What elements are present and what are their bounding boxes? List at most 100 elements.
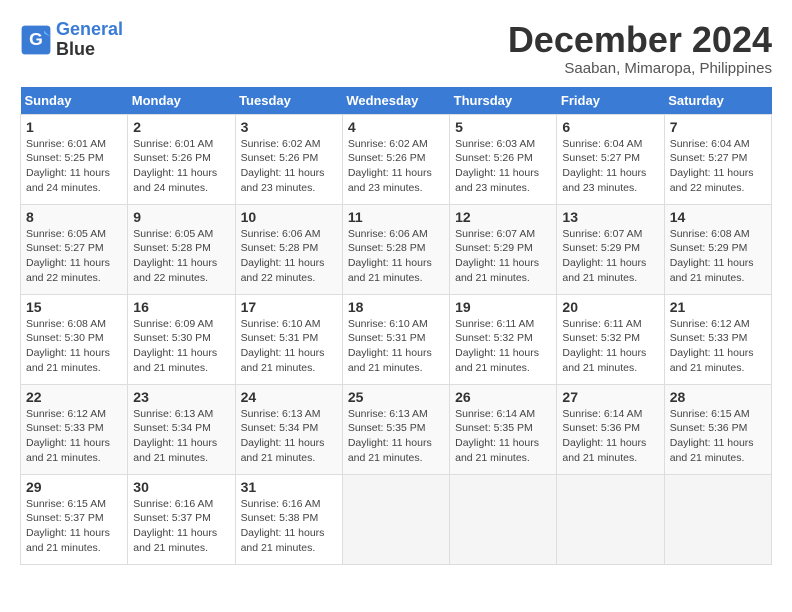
calendar-table: SundayMondayTuesdayWednesdayThursdayFrid… <box>20 87 772 565</box>
day-info: Sunrise: 6:15 AM Sunset: 5:36 PM Dayligh… <box>670 407 766 466</box>
day-header-sunday: Sunday <box>21 87 128 115</box>
day-cell-27: 27 Sunrise: 6:14 AM Sunset: 5:36 PM Dayli… <box>557 384 664 474</box>
logo: G General Blue <box>20 20 123 60</box>
day-info: Sunrise: 6:02 AM Sunset: 5:26 PM Dayligh… <box>348 137 444 196</box>
day-info: Sunrise: 6:04 AM Sunset: 5:27 PM Dayligh… <box>670 137 766 196</box>
day-info: Sunrise: 6:14 AM Sunset: 5:36 PM Dayligh… <box>562 407 658 466</box>
day-cell-31: 31Sunrise: 6:16 AM Sunset: 5:38 PM Dayli… <box>235 474 342 564</box>
day-number: 9 <box>133 209 229 225</box>
day-cell-28: 28 Sunrise: 6:15 AM Sunset: 5:36 PM Dayli… <box>664 384 771 474</box>
day-number: 7 <box>670 119 766 135</box>
day-cell-15: 15 Sunrise: 6:08 AM Sunset: 5:30 PM Dayli… <box>21 294 128 384</box>
day-number: 5 <box>455 119 551 135</box>
day-header-saturday: Saturday <box>664 87 771 115</box>
day-cell-20: 20 Sunrise: 6:11 AM Sunset: 5:32 PM Dayli… <box>557 294 664 384</box>
day-cell-3: 3 Sunrise: 6:02 AM Sunset: 5:26 PM Daylig… <box>235 114 342 204</box>
svg-text:G: G <box>29 29 43 49</box>
day-cell-12: 12Sunrise: 6:07 AM Sunset: 5:29 PM Dayli… <box>450 204 557 294</box>
empty-cell <box>557 474 664 564</box>
day-number: 29 <box>26 479 122 495</box>
location-subtitle: Saaban, Mimaropa, Philippines <box>508 60 772 77</box>
day-cell-13: 13Sunrise: 6:07 AM Sunset: 5:29 PM Dayli… <box>557 204 664 294</box>
day-number: 25 <box>348 389 444 405</box>
day-number: 15 <box>26 299 122 315</box>
day-number: 10 <box>241 209 337 225</box>
day-info: Sunrise: 6:11 AM Sunset: 5:32 PM Dayligh… <box>562 317 658 376</box>
day-cell-26: 26 Sunrise: 6:14 AM Sunset: 5:35 PM Dayli… <box>450 384 557 474</box>
day-info: Sunrise: 6:16 AM Sunset: 5:37 PM Dayligh… <box>133 497 229 556</box>
day-cell-8: 8 Sunrise: 6:05 AM Sunset: 5:27 PM Daylig… <box>21 204 128 294</box>
day-cell-2: 2 Sunrise: 6:01 AM Sunset: 5:26 PM Daylig… <box>128 114 235 204</box>
day-number: 23 <box>133 389 229 405</box>
day-number: 20 <box>562 299 658 315</box>
day-cell-29: 29Sunrise: 6:15 AM Sunset: 5:37 PM Dayli… <box>21 474 128 564</box>
day-info: Sunrise: 6:16 AM Sunset: 5:38 PM Dayligh… <box>241 497 337 556</box>
day-number: 22 <box>26 389 122 405</box>
day-cell-19: 19 Sunrise: 6:11 AM Sunset: 5:32 PM Dayli… <box>450 294 557 384</box>
day-info: Sunrise: 6:10 AM Sunset: 5:31 PM Dayligh… <box>241 317 337 376</box>
day-cell-14: 14 Sunrise: 6:08 AM Sunset: 5:29 PM Dayli… <box>664 204 771 294</box>
day-number: 19 <box>455 299 551 315</box>
day-number: 30 <box>133 479 229 495</box>
empty-cell <box>450 474 557 564</box>
day-cell-22: 22 Sunrise: 6:12 AM Sunset: 5:33 PM Dayli… <box>21 384 128 474</box>
day-cell-24: 24Sunrise: 6:13 AM Sunset: 5:34 PM Dayli… <box>235 384 342 474</box>
empty-cell <box>664 474 771 564</box>
day-number: 14 <box>670 209 766 225</box>
day-cell-25: 25Sunrise: 6:13 AM Sunset: 5:35 PM Dayli… <box>342 384 449 474</box>
day-cell-11: 11 Sunrise: 6:06 AM Sunset: 5:28 PM Dayli… <box>342 204 449 294</box>
day-cell-21: 21 Sunrise: 6:12 AM Sunset: 5:33 PM Dayli… <box>664 294 771 384</box>
day-number: 4 <box>348 119 444 135</box>
day-info: Sunrise: 6:10 AM Sunset: 5:31 PM Dayligh… <box>348 317 444 376</box>
day-info: Sunrise: 6:12 AM Sunset: 5:33 PM Dayligh… <box>26 407 122 466</box>
day-header-thursday: Thursday <box>450 87 557 115</box>
day-info: Sunrise: 6:05 AM Sunset: 5:28 PM Dayligh… <box>133 227 229 286</box>
day-number: 27 <box>562 389 658 405</box>
logo-icon: G <box>20 24 52 56</box>
day-info: Sunrise: 6:14 AM Sunset: 5:35 PM Dayligh… <box>455 407 551 466</box>
day-cell-4: 4 Sunrise: 6:02 AM Sunset: 5:26 PM Daylig… <box>342 114 449 204</box>
day-number: 21 <box>670 299 766 315</box>
day-cell-23: 23Sunrise: 6:13 AM Sunset: 5:34 PM Dayli… <box>128 384 235 474</box>
day-info: Sunrise: 6:09 AM Sunset: 5:30 PM Dayligh… <box>133 317 229 376</box>
day-cell-18: 18 Sunrise: 6:10 AM Sunset: 5:31 PM Dayli… <box>342 294 449 384</box>
month-title: December 2024 <box>508 20 772 60</box>
week-row-1: 1Sunrise: 6:01 AM Sunset: 5:25 PM Daylig… <box>21 114 772 204</box>
day-number: 18 <box>348 299 444 315</box>
week-row-4: 22 Sunrise: 6:12 AM Sunset: 5:33 PM Dayli… <box>21 384 772 474</box>
day-info: Sunrise: 6:12 AM Sunset: 5:33 PM Dayligh… <box>670 317 766 376</box>
week-row-5: 29Sunrise: 6:15 AM Sunset: 5:37 PM Dayli… <box>21 474 772 564</box>
day-info: Sunrise: 6:04 AM Sunset: 5:27 PM Dayligh… <box>562 137 658 196</box>
day-number: 17 <box>241 299 337 315</box>
day-cell-16: 16 Sunrise: 6:09 AM Sunset: 5:30 PM Dayli… <box>128 294 235 384</box>
day-info: Sunrise: 6:08 AM Sunset: 5:29 PM Dayligh… <box>670 227 766 286</box>
day-header-wednesday: Wednesday <box>342 87 449 115</box>
day-number: 8 <box>26 209 122 225</box>
day-header-friday: Friday <box>557 87 664 115</box>
day-number: 24 <box>241 389 337 405</box>
day-info: Sunrise: 6:01 AM Sunset: 5:26 PM Dayligh… <box>133 137 229 196</box>
day-cell-7: 7 Sunrise: 6:04 AM Sunset: 5:27 PM Daylig… <box>664 114 771 204</box>
day-number: 16 <box>133 299 229 315</box>
day-header-monday: Monday <box>128 87 235 115</box>
day-number: 28 <box>670 389 766 405</box>
day-number: 2 <box>133 119 229 135</box>
day-info: Sunrise: 6:06 AM Sunset: 5:28 PM Dayligh… <box>348 227 444 286</box>
day-cell-6: 6Sunrise: 6:04 AM Sunset: 5:27 PM Daylig… <box>557 114 664 204</box>
day-cell-10: 10Sunrise: 6:06 AM Sunset: 5:28 PM Dayli… <box>235 204 342 294</box>
day-cell-30: 30 Sunrise: 6:16 AM Sunset: 5:37 PM Dayli… <box>128 474 235 564</box>
day-info: Sunrise: 6:02 AM Sunset: 5:26 PM Dayligh… <box>241 137 337 196</box>
day-cell-1: 1Sunrise: 6:01 AM Sunset: 5:25 PM Daylig… <box>21 114 128 204</box>
day-number: 1 <box>26 119 122 135</box>
day-cell-9: 9 Sunrise: 6:05 AM Sunset: 5:28 PM Daylig… <box>128 204 235 294</box>
day-number: 11 <box>348 209 444 225</box>
page-header: G General Blue December 2024 Saaban, Mim… <box>20 20 772 77</box>
day-number: 3 <box>241 119 337 135</box>
day-info: Sunrise: 6:11 AM Sunset: 5:32 PM Dayligh… <box>455 317 551 376</box>
day-info: Sunrise: 6:03 AM Sunset: 5:26 PM Dayligh… <box>455 137 551 196</box>
day-cell-17: 17 Sunrise: 6:10 AM Sunset: 5:31 PM Dayli… <box>235 294 342 384</box>
day-number: 26 <box>455 389 551 405</box>
day-info: Sunrise: 6:08 AM Sunset: 5:30 PM Dayligh… <box>26 317 122 376</box>
day-number: 13 <box>562 209 658 225</box>
day-info: Sunrise: 6:05 AM Sunset: 5:27 PM Dayligh… <box>26 227 122 286</box>
